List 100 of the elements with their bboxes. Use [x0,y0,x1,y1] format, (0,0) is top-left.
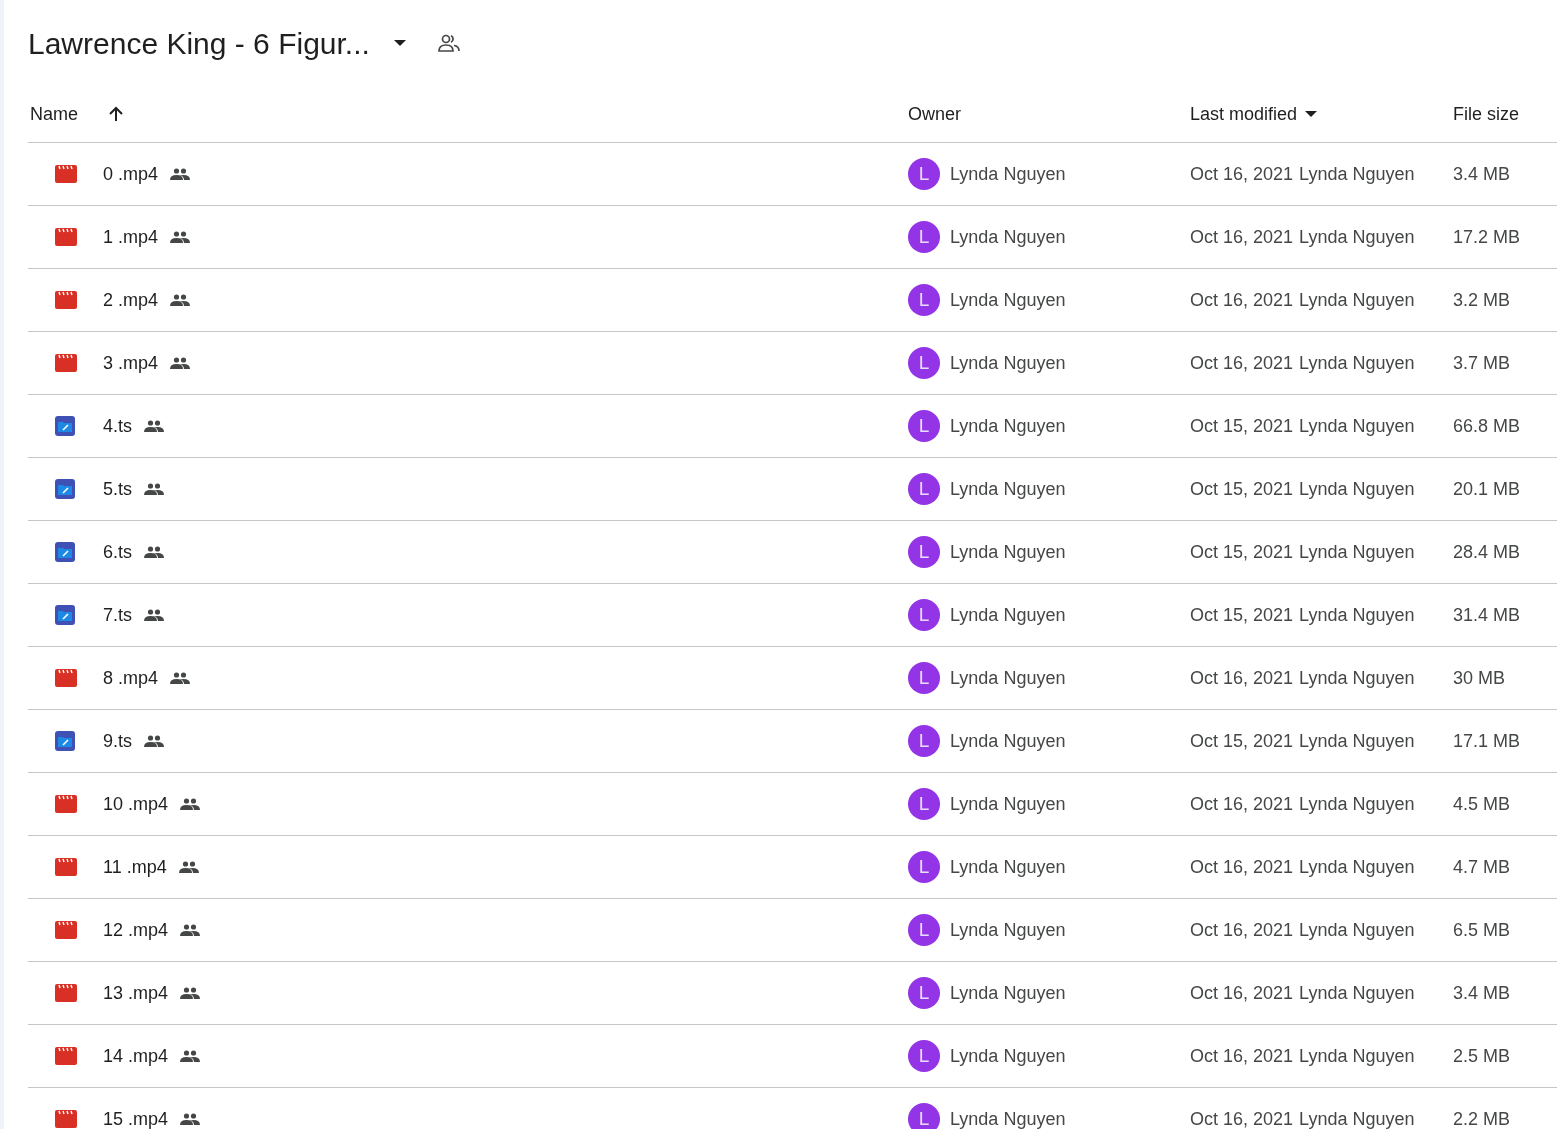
owner-avatar: L [908,977,940,1009]
owner-name: Lynda Nguyen [950,918,1066,942]
file-name[interactable]: 10 .mp4 [103,790,169,818]
shared-people-icon [180,1113,201,1125]
modified-by: Lynda Nguyen [1299,1107,1415,1129]
shared-people-icon [170,294,191,306]
file-size: 6.5 MB [1453,918,1512,942]
file-name[interactable]: 3 .mp4 [103,349,159,377]
owner-avatar: L [908,410,940,442]
folder-pencil-icon [55,479,75,499]
modified-date: Oct 16, 2021 [1190,351,1294,375]
file-name[interactable]: 13 .mp4 [103,979,169,1007]
owner-avatar: L [908,1103,940,1129]
owner-name: Lynda Nguyen [950,351,1066,375]
modified-date: Oct 16, 2021 [1190,666,1294,690]
film-clapper-icon [55,669,77,687]
file-size: 31.4 MB [1453,603,1522,627]
file-name[interactable]: 6.ts [103,538,132,566]
file-size: 3.2 MB [1453,288,1512,312]
column-header[interactable]: Owner [908,100,1190,128]
column-header[interactable]: Name [30,100,78,128]
file-size: 3.4 MB [1453,162,1512,186]
caret-icon [1305,111,1318,117]
modified-by: Lynda Nguyen [1299,918,1415,942]
owner-avatar: L [908,347,940,379]
modified-date: Oct 15, 2021 [1190,729,1294,753]
owner-name: Lynda Nguyen [950,162,1066,186]
file-name[interactable]: 0 .mp4 [103,160,159,188]
modified-by: Lynda Nguyen [1299,162,1415,186]
file-name[interactable]: 7.ts [103,601,132,629]
file-size: 20.1 MB [1453,477,1522,501]
people-icon [437,34,460,52]
shared-people-icon [170,168,191,180]
modified-date: Oct 16, 2021 [1190,225,1294,249]
owner-avatar: L [908,536,940,568]
file-name[interactable]: 4.ts [103,412,132,440]
file-size: 4.5 MB [1453,792,1512,816]
owner-avatar: L [908,599,940,631]
modified-date: Oct 16, 2021 [1190,162,1294,186]
file-name[interactable]: 12 .mp4 [103,916,169,944]
owner-avatar: L [908,725,940,757]
modified-by: Lynda Nguyen [1299,225,1415,249]
file-name[interactable]: 2 .mp4 [103,286,159,314]
modified-by: Lynda Nguyen [1299,477,1415,501]
film-clapper-icon [55,858,77,876]
modified-date: Oct 15, 2021 [1190,414,1294,438]
file-size: 17.2 MB [1453,225,1522,249]
file-name[interactable]: 9.ts [103,727,132,755]
modified-by: Lynda Nguyen [1299,540,1415,564]
film-clapper-icon [55,795,77,813]
owner-avatar: L [908,662,940,694]
owner-avatar: L [908,788,940,820]
shared-people-icon [170,672,191,684]
folder-pencil-icon [55,731,75,751]
owner-name: Lynda Nguyen [950,603,1066,627]
film-clapper-icon [55,921,77,939]
folder-pencil-icon [55,605,75,625]
modified-by: Lynda Nguyen [1299,729,1415,753]
file-name[interactable]: 14 .mp4 [103,1042,169,1070]
owner-name: Lynda Nguyen [950,288,1066,312]
file-size: 2.5 MB [1453,1044,1512,1068]
owner-avatar: L [908,1040,940,1072]
column-header[interactable]: Last modified [1190,100,1298,128]
modified-date: Oct 16, 2021 [1190,1044,1294,1068]
owner-name: Lynda Nguyen [950,981,1066,1005]
file-size: 3.7 MB [1453,351,1512,375]
file-name[interactable]: 5.ts [103,475,132,503]
owner-avatar: L [908,851,940,883]
folder-pencil-icon [55,542,75,562]
file-name[interactable]: 15 .mp4 [103,1105,169,1129]
shared-people-icon [144,483,164,495]
owner-name: Lynda Nguyen [950,666,1066,690]
shared-people-icon [178,861,199,873]
caret-icon [393,40,406,46]
modified-by: Lynda Nguyen [1299,666,1415,690]
modified-date: Oct 16, 2021 [1190,792,1294,816]
file-size: 4.7 MB [1453,855,1512,879]
owner-avatar: L [908,284,940,316]
owner-avatar: L [908,914,940,946]
file-size: 17.1 MB [1453,729,1522,753]
modified-by: Lynda Nguyen [1299,981,1415,1005]
shared-people-icon [144,735,164,747]
file-size: 66.8 MB [1453,414,1522,438]
film-clapper-icon [55,1047,77,1065]
file-name[interactable]: 8 .mp4 [103,664,159,692]
shared-people-icon [144,609,164,621]
file-size: 30 MB [1453,666,1507,690]
film-clapper-icon [55,984,77,1002]
modified-date: Oct 15, 2021 [1190,477,1294,501]
modified-date: Oct 16, 2021 [1190,288,1294,312]
modified-by: Lynda Nguyen [1299,1044,1415,1068]
shared-people-icon [180,924,201,936]
file-name[interactable]: 1 .mp4 [103,223,159,251]
modified-by: Lynda Nguyen [1299,414,1415,438]
owner-name: Lynda Nguyen [950,729,1066,753]
modified-date: Oct 15, 2021 [1190,603,1294,627]
column-header[interactable]: File size [1453,100,1557,128]
owner-name: Lynda Nguyen [950,1044,1066,1068]
file-name[interactable]: 11 .mp4 [103,853,167,881]
film-clapper-icon [55,228,77,246]
